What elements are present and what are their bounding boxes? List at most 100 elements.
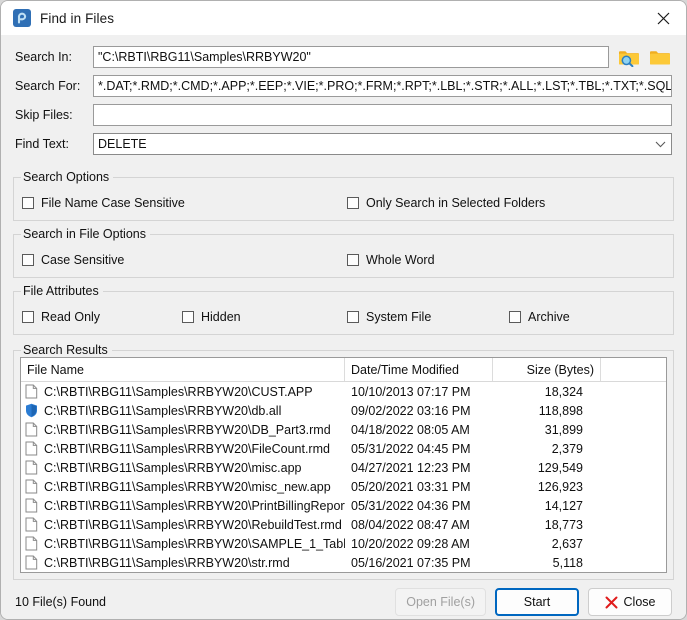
cell-date-modified: 10/10/2013 07:17 PM [351,384,471,399]
label-search-in: Search In: [15,50,72,64]
file-name-text: C:\RBTI\RBG11\Samples\RRBYW20\SAMPLE_1_T… [44,536,345,551]
checkbox-case-sensitive[interactable]: Case Sensitive [22,253,347,267]
search-fields: Search In: "C:\RBTI\RBG11\Samples\RRBYW2… [1,35,686,164]
cell-date-modified: 04/27/2021 12:23 PM [351,460,471,475]
search-in-input[interactable]: "C:\RBTI\RBG11\Samples\RRBYW20" [93,46,609,68]
cell-size: 31,899 [544,422,583,437]
column-header-date-modified[interactable]: Date/Time Modified [345,358,493,381]
list-header: File Name Date/Time Modified Size (Bytes… [21,358,666,382]
column-header-size[interactable]: Size (Bytes) [493,358,601,381]
title-bar: Find in Files [1,1,686,35]
cell-date-modified: 04/18/2022 08:05 AM [351,422,470,437]
checkbox-hidden[interactable]: Hidden [182,310,347,324]
checkbox-box [509,311,521,323]
open-files-button[interactable]: Open File(s) [395,588,486,616]
checkbox-box [182,311,194,323]
checkbox-read-only[interactable]: Read Only [22,310,182,324]
cell-date-modified: 08/04/2022 08:47 AM [351,517,470,532]
browse-search-folder-icon[interactable] [617,46,641,68]
table-row[interactable]: C:\RBTI\RBG11\Samples\RRBYW20\DB_Part3.r… [21,420,666,439]
table-row[interactable]: C:\RBTI\RBG11\Samples\RRBYW20\CUST.APP 10… [21,382,666,401]
window-close-icon[interactable] [640,1,686,35]
list-body: C:\RBTI\RBG11\Samples\RRBYW20\CUST.APP 10… [21,382,666,572]
cell-file-name: C:\RBTI\RBG11\Samples\RRBYW20\str.rmd [21,555,345,570]
checkbox-box [22,197,34,209]
group-search-results: Search Results File Name Date/Time Modif… [13,343,674,580]
file-name-text: C:\RBTI\RBG11\Samples\RRBYW20\RebuildTes… [44,517,342,532]
search-results-list[interactable]: File Name Date/Time Modified Size (Bytes… [20,357,667,573]
file-name-text: C:\RBTI\RBG11\Samples\RRBYW20\str.rmd [44,555,290,570]
window-title: Find in Files [40,10,115,26]
find-text-value: DELETE [98,137,147,151]
checkbox-box [347,254,359,266]
skip-files-input[interactable] [93,104,672,126]
checkbox-whole-word[interactable]: Whole Word [347,253,435,267]
search-for-input[interactable]: *.DAT;*.RMD;*.CMD;*.APP;*.EEP;*.VIE;*.PR… [93,75,672,97]
close-button[interactable]: Close [588,588,672,616]
column-header-file-name[interactable]: File Name [21,358,345,381]
label-search-for: Search For: [15,79,81,93]
checkbox-archive[interactable]: Archive [509,310,570,324]
checkbox-label: Read Only [41,310,101,324]
table-row[interactable]: C:\RBTI\RBG11\Samples\RRBYW20\misc.app 04… [21,458,666,477]
column-header-spacer [601,358,666,381]
cell-size: 118,898 [538,403,583,418]
checkbox-label: Archive [528,310,570,324]
label-skip-files: Skip Files: [15,108,73,122]
checkbox-label: Whole Word [366,253,435,267]
find-text-combobox[interactable]: DELETE [93,133,672,155]
cell-size: 126,923 [537,479,583,494]
cell-size: 5,118 [552,555,583,570]
checkbox-file-name-case-sensitive[interactable]: File Name Case Sensitive [22,196,347,210]
start-label: Start [523,595,551,609]
checkbox-box [22,254,34,266]
checkbox-box [347,311,359,323]
cell-date-modified: 10/20/2022 09:28 AM [351,536,470,551]
checkbox-only-search-selected-folders[interactable]: Only Search in Selected Folders [347,196,545,210]
checkbox-box [22,311,34,323]
field-row-skip-files: Skip Files: [15,102,672,128]
table-row[interactable]: C:\RBTI\RBG11\Samples\RRBYW20\SAMPLE_1_T… [21,534,666,553]
cell-size: 129,549 [537,460,583,475]
cell-file-name: C:\RBTI\RBG11\Samples\RRBYW20\FileCount.… [21,441,345,456]
cell-date-modified: 05/31/2022 04:36 PM [351,498,471,513]
cell-file-name: C:\RBTI\RBG11\Samples\RRBYW20\PrintBilli… [21,498,345,513]
dialog-body: Search In: "C:\RBTI\RBG11\Samples\RRBYW2… [1,35,686,619]
cell-file-name: C:\RBTI\RBG11\Samples\RRBYW20\RebuildTes… [21,517,345,532]
chevron-down-icon[interactable] [651,134,669,154]
field-row-find-text: Find Text: DELETE [15,131,672,157]
checkbox-system-file[interactable]: System File [347,310,509,324]
cell-file-name: C:\RBTI\RBG11\Samples\RRBYW20\CUST.APP [21,384,345,399]
checkbox-label: Case Sensitive [41,253,125,267]
checkbox-label: System File [366,310,432,324]
close-label: Close [623,595,656,609]
group-search-options: Search Options File Name Case Sensitive … [13,170,674,221]
start-button[interactable]: Start [495,588,579,616]
checkbox-label: Hidden [201,310,241,324]
label-find-text: Find Text: [15,137,69,151]
open-folder-icon[interactable] [648,46,672,68]
group-file-attributes: File Attributes Read Only Hidden System … [13,284,674,335]
group-title-file-attributes: File Attributes [21,284,103,298]
cell-file-name: C:\RBTI\RBG11\Samples\RRBYW20\DB_Part3.r… [21,422,345,437]
group-title-search-options: Search Options [21,170,114,184]
folder-buttons [617,46,672,68]
cell-size: 2,637 [551,536,583,551]
app-find-icon [13,9,31,27]
field-row-search-for: Search For: *.DAT;*.RMD;*.CMD;*.APP;*.EE… [15,73,672,99]
table-row[interactable]: C:\RBTI\RBG11\Samples\RRBYW20\db.all 09/0… [21,401,666,420]
table-row[interactable]: C:\RBTI\RBG11\Samples\RRBYW20\PrintBilli… [21,496,666,515]
file-name-text: C:\RBTI\RBG11\Samples\RRBYW20\PrintBilli… [44,498,345,513]
file-name-text: C:\RBTI\RBG11\Samples\RRBYW20\DB_Part3.r… [44,422,331,437]
cell-file-name: C:\RBTI\RBG11\Samples\RRBYW20\SAMPLE_1_T… [21,536,345,551]
file-name-text: C:\RBTI\RBG11\Samples\RRBYW20\misc_new.a… [44,479,331,494]
cell-file-name: C:\RBTI\RBG11\Samples\RRBYW20\misc_new.a… [21,479,345,494]
table-row[interactable]: C:\RBTI\RBG11\Samples\RRBYW20\str.rmd 05/… [21,553,666,572]
cell-date-modified: 09/02/2022 03:16 PM [351,403,471,418]
table-row[interactable]: C:\RBTI\RBG11\Samples\RRBYW20\misc_new.a… [21,477,666,496]
dialog-footer: 10 File(s) Found Open File(s) Start Clos… [1,580,686,619]
table-row[interactable]: C:\RBTI\RBG11\Samples\RRBYW20\RebuildTes… [21,515,666,534]
cell-date-modified: 05/20/2021 03:31 PM [351,479,471,494]
file-name-text: C:\RBTI\RBG11\Samples\RRBYW20\FileCount.… [44,441,330,456]
table-row[interactable]: C:\RBTI\RBG11\Samples\RRBYW20\FileCount.… [21,439,666,458]
